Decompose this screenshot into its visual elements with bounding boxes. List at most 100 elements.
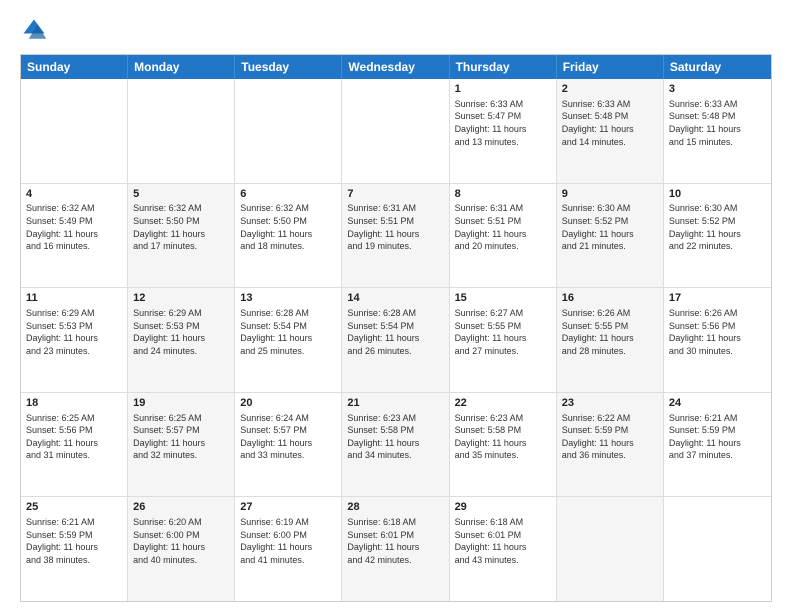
weekday-header: Wednesday	[342, 55, 449, 79]
calendar-cell: 26Sunrise: 6:20 AMSunset: 6:00 PMDayligh…	[128, 497, 235, 601]
day-number: 25	[26, 500, 122, 515]
calendar-cell: 13Sunrise: 6:28 AMSunset: 5:54 PMDayligh…	[235, 288, 342, 392]
day-number: 2	[562, 82, 658, 97]
day-number: 19	[133, 396, 229, 411]
calendar-header: SundayMondayTuesdayWednesdayThursdayFrid…	[21, 55, 771, 79]
calendar: SundayMondayTuesdayWednesdayThursdayFrid…	[20, 54, 772, 602]
calendar-cell: 11Sunrise: 6:29 AMSunset: 5:53 PMDayligh…	[21, 288, 128, 392]
calendar-cell: 22Sunrise: 6:23 AMSunset: 5:58 PMDayligh…	[450, 393, 557, 497]
calendar-cell: 5Sunrise: 6:32 AMSunset: 5:50 PMDaylight…	[128, 184, 235, 288]
weekday-header: Sunday	[21, 55, 128, 79]
calendar-cell: 16Sunrise: 6:26 AMSunset: 5:55 PMDayligh…	[557, 288, 664, 392]
calendar-cell: 25Sunrise: 6:21 AMSunset: 5:59 PMDayligh…	[21, 497, 128, 601]
calendar-cell	[342, 79, 449, 183]
cell-info: Sunrise: 6:29 AMSunset: 5:53 PMDaylight:…	[133, 307, 229, 357]
weekday-header: Friday	[557, 55, 664, 79]
calendar-cell	[21, 79, 128, 183]
calendar-cell: 12Sunrise: 6:29 AMSunset: 5:53 PMDayligh…	[128, 288, 235, 392]
weekday-header: Monday	[128, 55, 235, 79]
day-number: 21	[347, 396, 443, 411]
calendar-cell: 9Sunrise: 6:30 AMSunset: 5:52 PMDaylight…	[557, 184, 664, 288]
calendar-row: 4Sunrise: 6:32 AMSunset: 5:49 PMDaylight…	[21, 184, 771, 289]
calendar-body: 1Sunrise: 6:33 AMSunset: 5:47 PMDaylight…	[21, 79, 771, 601]
calendar-cell: 20Sunrise: 6:24 AMSunset: 5:57 PMDayligh…	[235, 393, 342, 497]
cell-info: Sunrise: 6:21 AMSunset: 5:59 PMDaylight:…	[26, 516, 122, 566]
day-number: 4	[26, 187, 122, 202]
cell-info: Sunrise: 6:24 AMSunset: 5:57 PMDaylight:…	[240, 412, 336, 462]
day-number: 6	[240, 187, 336, 202]
calendar-cell: 28Sunrise: 6:18 AMSunset: 6:01 PMDayligh…	[342, 497, 449, 601]
cell-info: Sunrise: 6:21 AMSunset: 5:59 PMDaylight:…	[669, 412, 766, 462]
cell-info: Sunrise: 6:22 AMSunset: 5:59 PMDaylight:…	[562, 412, 658, 462]
cell-info: Sunrise: 6:29 AMSunset: 5:53 PMDaylight:…	[26, 307, 122, 357]
cell-info: Sunrise: 6:18 AMSunset: 6:01 PMDaylight:…	[347, 516, 443, 566]
calendar-row: 1Sunrise: 6:33 AMSunset: 5:47 PMDaylight…	[21, 79, 771, 184]
cell-info: Sunrise: 6:23 AMSunset: 5:58 PMDaylight:…	[455, 412, 551, 462]
logo	[20, 16, 52, 44]
calendar-cell: 6Sunrise: 6:32 AMSunset: 5:50 PMDaylight…	[235, 184, 342, 288]
calendar-cell: 2Sunrise: 6:33 AMSunset: 5:48 PMDaylight…	[557, 79, 664, 183]
cell-info: Sunrise: 6:33 AMSunset: 5:47 PMDaylight:…	[455, 98, 551, 148]
cell-info: Sunrise: 6:31 AMSunset: 5:51 PMDaylight:…	[347, 202, 443, 252]
day-number: 14	[347, 291, 443, 306]
calendar-cell: 14Sunrise: 6:28 AMSunset: 5:54 PMDayligh…	[342, 288, 449, 392]
logo-icon	[20, 16, 48, 44]
day-number: 26	[133, 500, 229, 515]
cell-info: Sunrise: 6:19 AMSunset: 6:00 PMDaylight:…	[240, 516, 336, 566]
calendar-cell	[128, 79, 235, 183]
page: SundayMondayTuesdayWednesdayThursdayFrid…	[0, 0, 792, 612]
cell-info: Sunrise: 6:33 AMSunset: 5:48 PMDaylight:…	[562, 98, 658, 148]
header	[20, 16, 772, 44]
weekday-header: Tuesday	[235, 55, 342, 79]
day-number: 3	[669, 82, 766, 97]
cell-info: Sunrise: 6:27 AMSunset: 5:55 PMDaylight:…	[455, 307, 551, 357]
day-number: 22	[455, 396, 551, 411]
day-number: 1	[455, 82, 551, 97]
calendar-cell: 27Sunrise: 6:19 AMSunset: 6:00 PMDayligh…	[235, 497, 342, 601]
day-number: 9	[562, 187, 658, 202]
calendar-cell: 1Sunrise: 6:33 AMSunset: 5:47 PMDaylight…	[450, 79, 557, 183]
calendar-cell: 10Sunrise: 6:30 AMSunset: 5:52 PMDayligh…	[664, 184, 771, 288]
cell-info: Sunrise: 6:30 AMSunset: 5:52 PMDaylight:…	[669, 202, 766, 252]
calendar-cell: 17Sunrise: 6:26 AMSunset: 5:56 PMDayligh…	[664, 288, 771, 392]
cell-info: Sunrise: 6:33 AMSunset: 5:48 PMDaylight:…	[669, 98, 766, 148]
day-number: 27	[240, 500, 336, 515]
calendar-cell: 8Sunrise: 6:31 AMSunset: 5:51 PMDaylight…	[450, 184, 557, 288]
cell-info: Sunrise: 6:26 AMSunset: 5:55 PMDaylight:…	[562, 307, 658, 357]
cell-info: Sunrise: 6:32 AMSunset: 5:50 PMDaylight:…	[133, 202, 229, 252]
calendar-cell: 18Sunrise: 6:25 AMSunset: 5:56 PMDayligh…	[21, 393, 128, 497]
calendar-cell: 3Sunrise: 6:33 AMSunset: 5:48 PMDaylight…	[664, 79, 771, 183]
calendar-cell: 21Sunrise: 6:23 AMSunset: 5:58 PMDayligh…	[342, 393, 449, 497]
cell-info: Sunrise: 6:18 AMSunset: 6:01 PMDaylight:…	[455, 516, 551, 566]
cell-info: Sunrise: 6:30 AMSunset: 5:52 PMDaylight:…	[562, 202, 658, 252]
day-number: 17	[669, 291, 766, 306]
day-number: 28	[347, 500, 443, 515]
calendar-row: 25Sunrise: 6:21 AMSunset: 5:59 PMDayligh…	[21, 497, 771, 601]
day-number: 15	[455, 291, 551, 306]
calendar-cell: 15Sunrise: 6:27 AMSunset: 5:55 PMDayligh…	[450, 288, 557, 392]
day-number: 12	[133, 291, 229, 306]
cell-info: Sunrise: 6:25 AMSunset: 5:56 PMDaylight:…	[26, 412, 122, 462]
day-number: 24	[669, 396, 766, 411]
day-number: 18	[26, 396, 122, 411]
weekday-header: Thursday	[450, 55, 557, 79]
calendar-row: 11Sunrise: 6:29 AMSunset: 5:53 PMDayligh…	[21, 288, 771, 393]
cell-info: Sunrise: 6:26 AMSunset: 5:56 PMDaylight:…	[669, 307, 766, 357]
day-number: 5	[133, 187, 229, 202]
cell-info: Sunrise: 6:28 AMSunset: 5:54 PMDaylight:…	[347, 307, 443, 357]
calendar-cell: 29Sunrise: 6:18 AMSunset: 6:01 PMDayligh…	[450, 497, 557, 601]
calendar-cell	[557, 497, 664, 601]
calendar-cell	[235, 79, 342, 183]
calendar-cell: 19Sunrise: 6:25 AMSunset: 5:57 PMDayligh…	[128, 393, 235, 497]
day-number: 16	[562, 291, 658, 306]
calendar-cell: 23Sunrise: 6:22 AMSunset: 5:59 PMDayligh…	[557, 393, 664, 497]
calendar-cell: 7Sunrise: 6:31 AMSunset: 5:51 PMDaylight…	[342, 184, 449, 288]
cell-info: Sunrise: 6:25 AMSunset: 5:57 PMDaylight:…	[133, 412, 229, 462]
cell-info: Sunrise: 6:20 AMSunset: 6:00 PMDaylight:…	[133, 516, 229, 566]
cell-info: Sunrise: 6:32 AMSunset: 5:49 PMDaylight:…	[26, 202, 122, 252]
cell-info: Sunrise: 6:32 AMSunset: 5:50 PMDaylight:…	[240, 202, 336, 252]
calendar-cell	[664, 497, 771, 601]
day-number: 29	[455, 500, 551, 515]
cell-info: Sunrise: 6:23 AMSunset: 5:58 PMDaylight:…	[347, 412, 443, 462]
day-number: 11	[26, 291, 122, 306]
